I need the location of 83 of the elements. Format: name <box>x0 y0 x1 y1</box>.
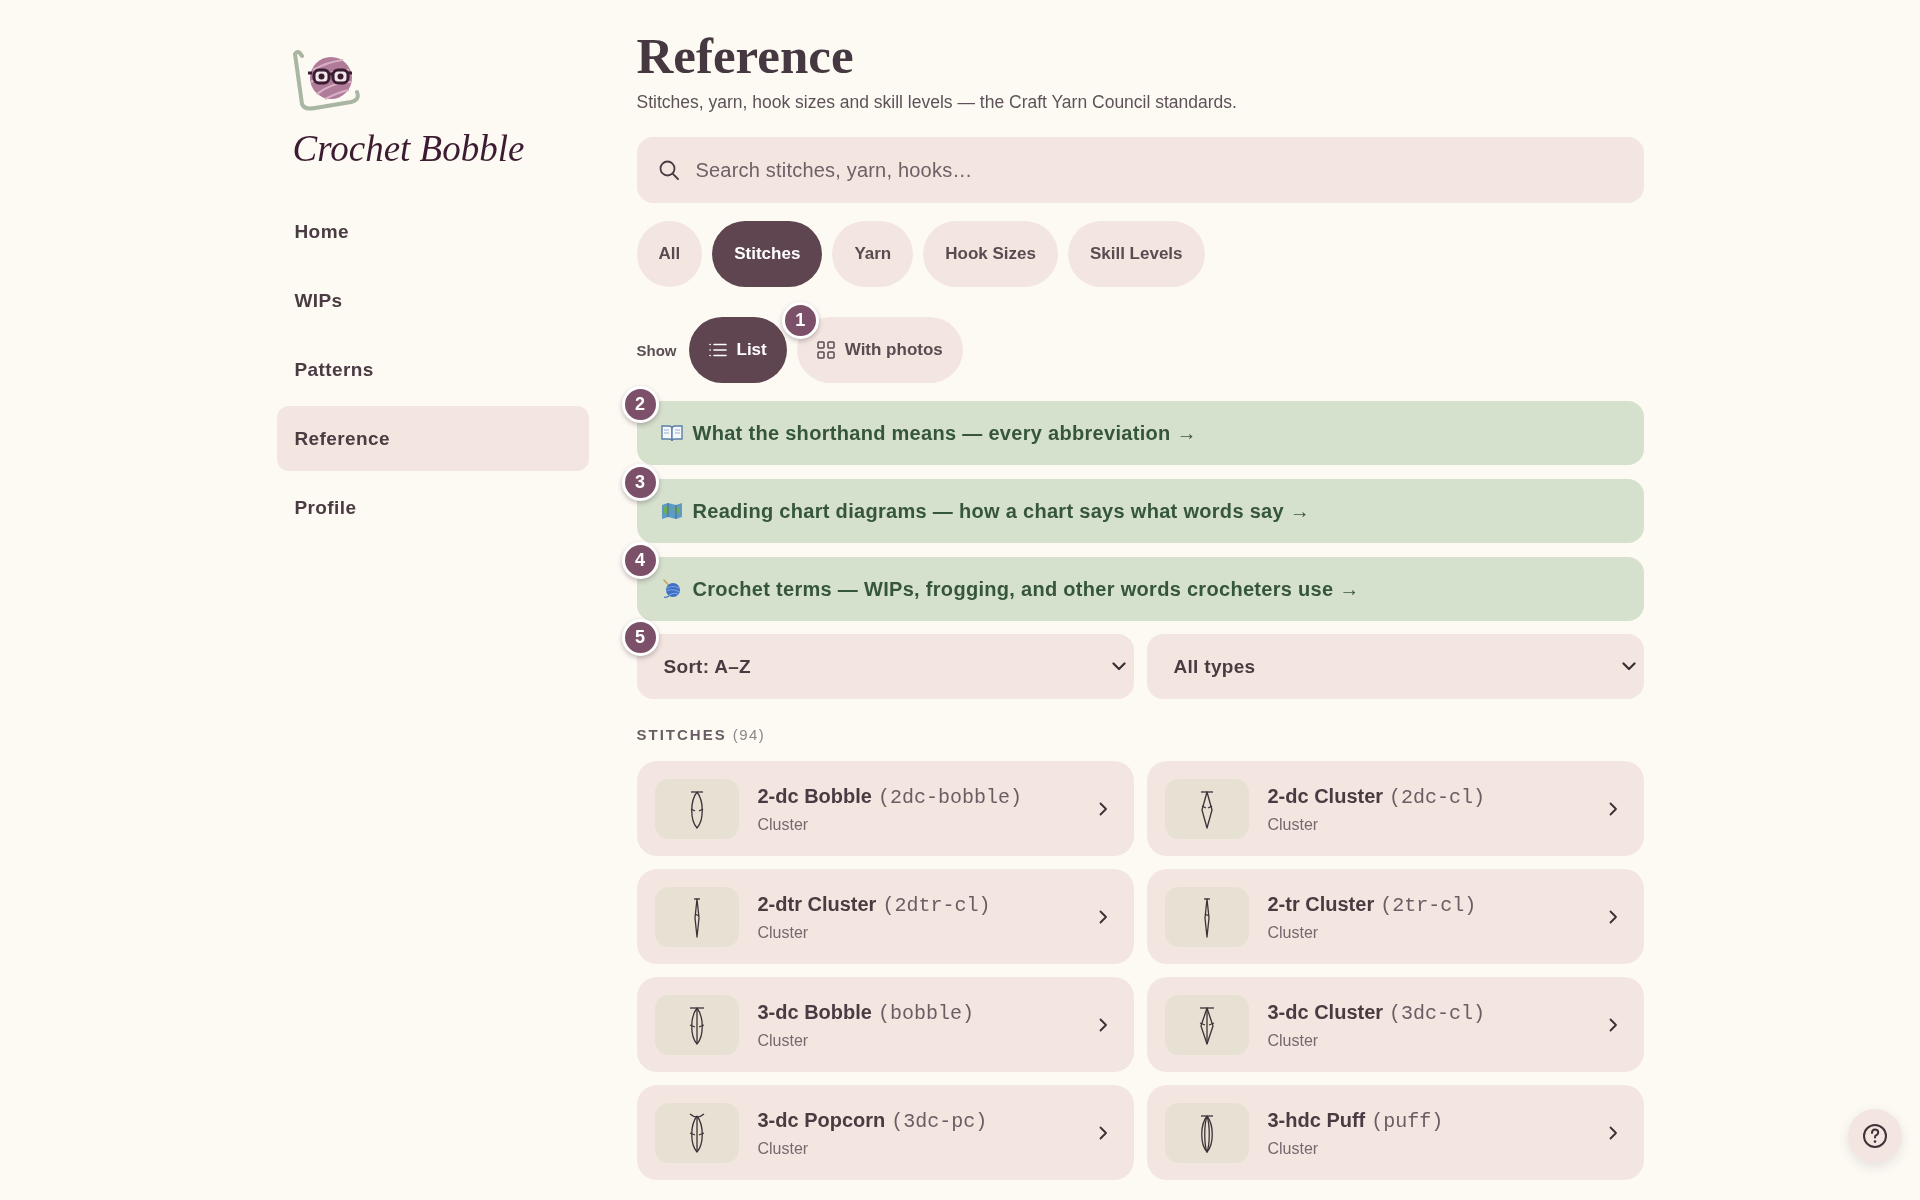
stitch-card[interactable]: 3-dc Popcorn (3dc-pc) Cluster <box>636 1085 1134 1180</box>
nav-item[interactable]: Patterns <box>276 337 589 402</box>
grid-icon <box>816 341 835 359</box>
stitch-name: 3-dc Cluster <box>1267 999 1384 1025</box>
stitch-card[interactable]: 2-dtr Cluster (2dtr-cl) Cluster <box>636 869 1134 964</box>
stitch-card[interactable]: 2-dc Cluster (2dc-cl) Cluster <box>1146 761 1644 856</box>
stitch-abbreviation: (puff) <box>1371 1108 1444 1135</box>
step-badge: 1 <box>781 302 819 339</box>
stitch-symbol-icon <box>654 886 739 947</box>
stitch-name: 2-dc Bobble <box>757 783 872 809</box>
open-book-icon <box>660 424 683 442</box>
chevron-right-icon <box>1608 801 1618 816</box>
stitch-card[interactable]: 3-hdc Puff (puff) Cluster <box>1146 1085 1644 1180</box>
chevron-right-icon <box>1608 1125 1618 1140</box>
stitch-category: Cluster <box>757 1030 809 1051</box>
nav-item[interactable]: WIPs <box>276 268 589 333</box>
help-icon <box>1862 1123 1888 1149</box>
chevron-right-icon <box>1608 909 1618 924</box>
chevron-right-icon <box>1098 801 1108 816</box>
stitch-category: Cluster <box>1267 1030 1319 1051</box>
stitch-name: 3-dc Popcorn <box>757 1107 886 1133</box>
chevron-down-icon <box>1621 662 1636 671</box>
stitch-category: Cluster <box>757 922 809 943</box>
stitch-symbol-icon <box>654 994 739 1055</box>
stitch-abbreviation: (bobble) <box>877 1000 974 1027</box>
stitch-category: Cluster <box>1267 1138 1319 1159</box>
section-heading: STITCHES <box>636 725 727 745</box>
stitch-abbreviation: (2dc-bobble) <box>877 784 1022 811</box>
stitch-symbol-icon <box>1164 886 1249 947</box>
stitch-card[interactable]: 2-tr Cluster (2tr-cl) Cluster <box>1146 869 1644 964</box>
stitch-abbreviation: (3dc-cl) <box>1389 1000 1486 1027</box>
yarn-ball-icon <box>660 579 683 599</box>
logo-text: Crochet Bobble <box>292 127 525 171</box>
stitch-symbol-icon <box>654 1102 739 1163</box>
map-icon <box>660 502 683 520</box>
stitch-symbol-icon <box>654 778 739 839</box>
step-badge: 3 <box>621 464 659 501</box>
nav-item[interactable]: Reference <box>276 406 589 471</box>
category-tab[interactable]: Yarn <box>832 221 914 287</box>
step-badge: 2 <box>621 386 659 423</box>
stitch-name: 2-dc Cluster <box>1267 783 1384 809</box>
search-icon <box>658 160 679 180</box>
stitch-symbol-icon <box>1164 778 1249 839</box>
stitch-symbol-icon <box>1164 1102 1249 1163</box>
stitch-abbreviation: (2tr-cl) <box>1380 892 1477 919</box>
category-tab[interactable]: Skill Levels <box>1067 221 1205 287</box>
list-icon <box>708 343 727 357</box>
chevron-right-icon <box>1608 1017 1618 1032</box>
step-badge: 4 <box>621 542 659 579</box>
nav-item[interactable]: Profile <box>276 475 589 540</box>
category-tab[interactable]: All <box>636 221 703 287</box>
view-toggle[interactable]: List <box>688 317 787 383</box>
stitch-name: 2-tr Cluster <box>1267 891 1375 917</box>
stitch-name: 3-hdc Puff <box>1267 1107 1366 1133</box>
stitch-category: Cluster <box>1267 922 1319 943</box>
nav-item[interactable]: Home <box>276 199 589 264</box>
step-badge: 5 <box>621 619 659 656</box>
page-title: Reference <box>636 29 854 83</box>
yarn-ball-glasses-icon <box>292 48 361 112</box>
stitch-card[interactable]: 2-dc Bobble (2dc-bobble) Cluster <box>636 761 1134 856</box>
stitch-name: 2-dtr Cluster <box>757 891 877 917</box>
stitch-abbreviation: (3dc-pc) <box>891 1108 988 1135</box>
stitch-card[interactable]: 3-dc Bobble (bobble) Cluster <box>636 977 1134 1072</box>
help-button[interactable] <box>1848 1109 1902 1163</box>
show-label: Show <box>636 341 677 359</box>
stitch-category: Cluster <box>1267 814 1319 835</box>
chevron-down-icon <box>1111 662 1126 671</box>
category-tab[interactable]: Hook Sizes <box>923 221 1058 287</box>
stitch-category: Cluster <box>757 814 809 835</box>
stitch-abbreviation: (2dc-cl) <box>1389 784 1486 811</box>
chevron-right-icon <box>1098 909 1108 924</box>
stitch-abbreviation: (2dtr-cl) <box>882 892 991 919</box>
stitch-symbol-icon <box>1164 994 1249 1055</box>
stitch-category: Cluster <box>757 1138 809 1159</box>
section-count: (94) <box>732 725 766 745</box>
stitch-card[interactable]: 3-dc Cluster (3dc-cl) Cluster <box>1146 977 1644 1072</box>
search-field[interactable]: Search stitches, yarn, hooks… <box>636 137 1644 203</box>
chevron-right-icon <box>1098 1125 1108 1140</box>
page-subtitle: Stitches, yarn, hook sizes and skill levels — the Craft Yarn Council standards. <box>636 91 1237 114</box>
type-dropdown[interactable]: All types <box>1146 634 1644 699</box>
stitch-name: 3-dc Bobble <box>757 999 872 1025</box>
chevron-right-icon <box>1098 1017 1108 1032</box>
category-tab[interactable]: Stitches <box>712 221 823 287</box>
